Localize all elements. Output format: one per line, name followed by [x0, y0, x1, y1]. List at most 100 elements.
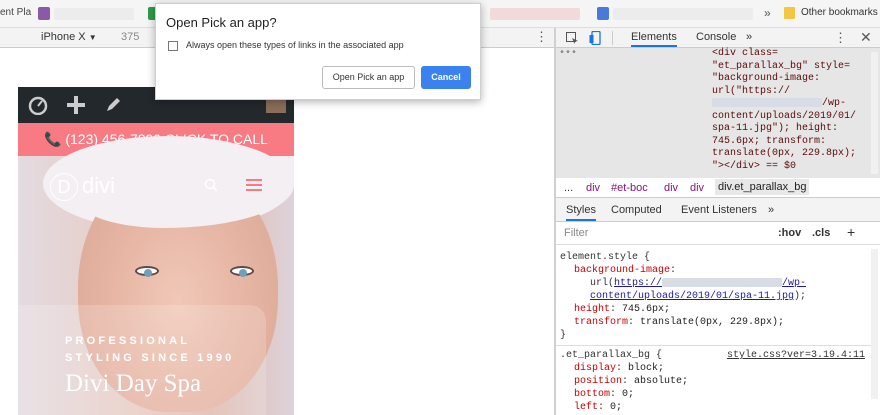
dom-line[interactable]: <div class= — [712, 48, 880, 61]
rule-selector[interactable]: .et_parallax_bg { — [560, 350, 662, 361]
filter-input[interactable]: Filter — [564, 227, 588, 239]
hero-title: Divi Day Spa — [65, 370, 202, 397]
tab-event-listeners[interactable]: Event Listeners — [681, 204, 757, 216]
logo-text: divi — [82, 173, 116, 198]
parallax-rule: .et_parallax_bg { style.css?ver=3.19.4:1… — [560, 349, 865, 414]
css-prop: background-image — [574, 265, 671, 276]
css-declaration[interactable]: url(https:// /wp- — [560, 277, 865, 290]
avatar[interactable] — [266, 99, 286, 113]
dom-ellipsis-icon[interactable]: ••• — [559, 48, 577, 61]
dom-tree: ••• <div class= "et_parallax_bg" style= … — [556, 48, 880, 178]
breadcrumb-item[interactable]: ... — [564, 182, 573, 194]
styles-filter-bar: Filter :hov .cls + — [556, 222, 880, 245]
more-bookmarks-chevron[interactable]: » — [764, 6, 771, 20]
devtools-menu-icon[interactable]: ⋮ — [834, 30, 847, 46]
tagline-line-2: STYLING SINCE 1990 — [65, 352, 235, 364]
css-val: 0; — [622, 389, 635, 400]
css-prop: transform — [574, 317, 629, 328]
menu-hamburger-icon[interactable] — [246, 179, 262, 191]
inspect-element-icon[interactable] — [566, 32, 579, 45]
css-val: 745.6px; — [622, 304, 671, 315]
open-app-dialog: Open Pick an app? Always open these type… — [155, 3, 481, 100]
css-declaration[interactable]: position: absolute; — [560, 375, 865, 388]
css-val: url( — [590, 278, 615, 289]
plus-icon[interactable] — [66, 95, 86, 115]
tab-styles[interactable]: Styles — [566, 204, 596, 221]
css-declaration[interactable]: transform: translate(0px, 229.8px); — [560, 316, 865, 329]
tab-computed[interactable]: Computed — [611, 204, 662, 216]
css-declaration[interactable]: background-image: — [560, 264, 865, 277]
dom-line[interactable]: content/uploads/2019/01/ — [712, 111, 880, 124]
hero-eye-left — [135, 266, 159, 277]
dialog-title: Open Pick an app? — [166, 15, 277, 30]
css-url[interactable]: https:// — [614, 278, 662, 289]
device-toggle-icon[interactable] — [589, 31, 601, 45]
logo-letter: D — [50, 173, 78, 201]
tab-console[interactable]: Console — [696, 31, 736, 43]
bookmark-item[interactable] — [54, 8, 134, 20]
element-style-selector[interactable]: element.style { — [560, 251, 865, 264]
phone-screen: 📞 (123) 456-7890 CLICK TO CALL Ddivi PRO… — [18, 87, 294, 415]
rule-header: .et_parallax_bg { style.css?ver=3.19.4:1… — [560, 349, 865, 362]
dom-line[interactable]: 745.6px; transform: — [712, 136, 880, 149]
dom-line[interactable]: "et_parallax_bg" style= — [712, 61, 880, 74]
always-open-label[interactable]: Always open these types of links in the … — [186, 40, 404, 50]
css-declaration[interactable]: left: 0; — [560, 401, 865, 414]
dom-line[interactable]: "></div> == $0 — [712, 161, 880, 174]
new-rule-button[interactable]: + — [847, 224, 855, 240]
dom-line[interactable]: spa-11.jpg"); height: — [712, 123, 880, 136]
close-icon[interactable]: ✕ — [860, 29, 872, 46]
css-declaration[interactable]: display: block; — [560, 362, 865, 375]
edit-pencil-icon[interactable] — [104, 96, 122, 114]
css-url[interactable]: content/uploads/2019/01/spa-11.jpg — [590, 291, 794, 302]
tab-elements[interactable]: Elements — [631, 31, 677, 47]
devtools-tabbar: Elements Console » ⋮ ✕ — [556, 28, 880, 48]
breadcrumb-current[interactable]: div.et_parallax_bg — [715, 179, 810, 195]
bookmark-item[interactable] — [613, 8, 753, 20]
css-url[interactable]: /wp- — [782, 278, 806, 289]
always-open-checkbox[interactable] — [168, 41, 178, 51]
width-input[interactable]: 375 — [121, 31, 139, 43]
dom-url-tail: /wp- — [822, 98, 847, 110]
device-select[interactable]: iPhone X ▼ — [41, 31, 97, 43]
breadcrumb-item[interactable]: div — [664, 182, 678, 194]
breadcrumb-item[interactable]: #et-boc — [611, 182, 648, 194]
css-declaration[interactable]: bottom: 0; — [560, 388, 865, 401]
bookmark-item[interactable] — [490, 8, 580, 20]
open-app-button[interactable]: Open Pick an app — [322, 66, 415, 89]
other-bookmarks[interactable]: Other bookmarks — [801, 7, 878, 18]
styles-tabbar: Styles Computed Event Listeners » — [556, 198, 880, 222]
breadcrumb-item[interactable]: div — [690, 182, 704, 194]
styles-scrollbar[interactable] — [871, 249, 878, 399]
divi-logo[interactable]: Ddivi — [50, 173, 115, 201]
element-style-rule: element.style { background-image: url(ht… — [560, 251, 865, 342]
phone-icon: 📞 — [44, 131, 62, 147]
rule-source-link[interactable]: style.css?ver=3.19.4:11 — [727, 349, 865, 362]
dom-line[interactable]: /wp- — [712, 98, 880, 111]
tabs-overflow[interactable]: » — [746, 31, 752, 43]
styles-tabs-overflow[interactable]: » — [768, 204, 774, 216]
styles-pane: element.style { background-image: url(ht… — [556, 245, 880, 415]
folder-icon — [784, 7, 795, 19]
dom-line[interactable]: url("https:// — [712, 86, 880, 99]
search-icon[interactable] — [204, 178, 218, 192]
caret-down-icon: ▼ — [88, 33, 97, 42]
dom-scrollbar[interactable] — [871, 52, 878, 174]
css-val: 0; — [610, 402, 623, 413]
css-prop: display — [574, 363, 617, 374]
bookmark-fragment[interactable]: ent Pla — [0, 7, 31, 18]
css-declaration[interactable]: content/uploads/2019/01/spa-11.jpg); — [560, 290, 865, 303]
dom-line[interactable]: "background-image: — [712, 73, 880, 86]
rule-close: } — [560, 330, 567, 341]
breadcrumb-item[interactable]: div — [586, 182, 600, 194]
more-options-icon[interactable]: ⋮ — [535, 30, 548, 44]
cancel-button[interactable]: Cancel — [421, 66, 471, 89]
dashboard-icon[interactable] — [28, 95, 48, 115]
redacted-url — [662, 277, 783, 287]
dom-line[interactable]: translate(0px, 229.8px); — [712, 148, 880, 161]
css-declaration[interactable]: height: 745.6px; — [560, 303, 865, 316]
hov-button[interactable]: :hov — [778, 227, 801, 239]
bookmark-favicon — [38, 7, 50, 20]
css-val: ); — [794, 291, 807, 302]
cls-button[interactable]: .cls — [812, 227, 830, 239]
